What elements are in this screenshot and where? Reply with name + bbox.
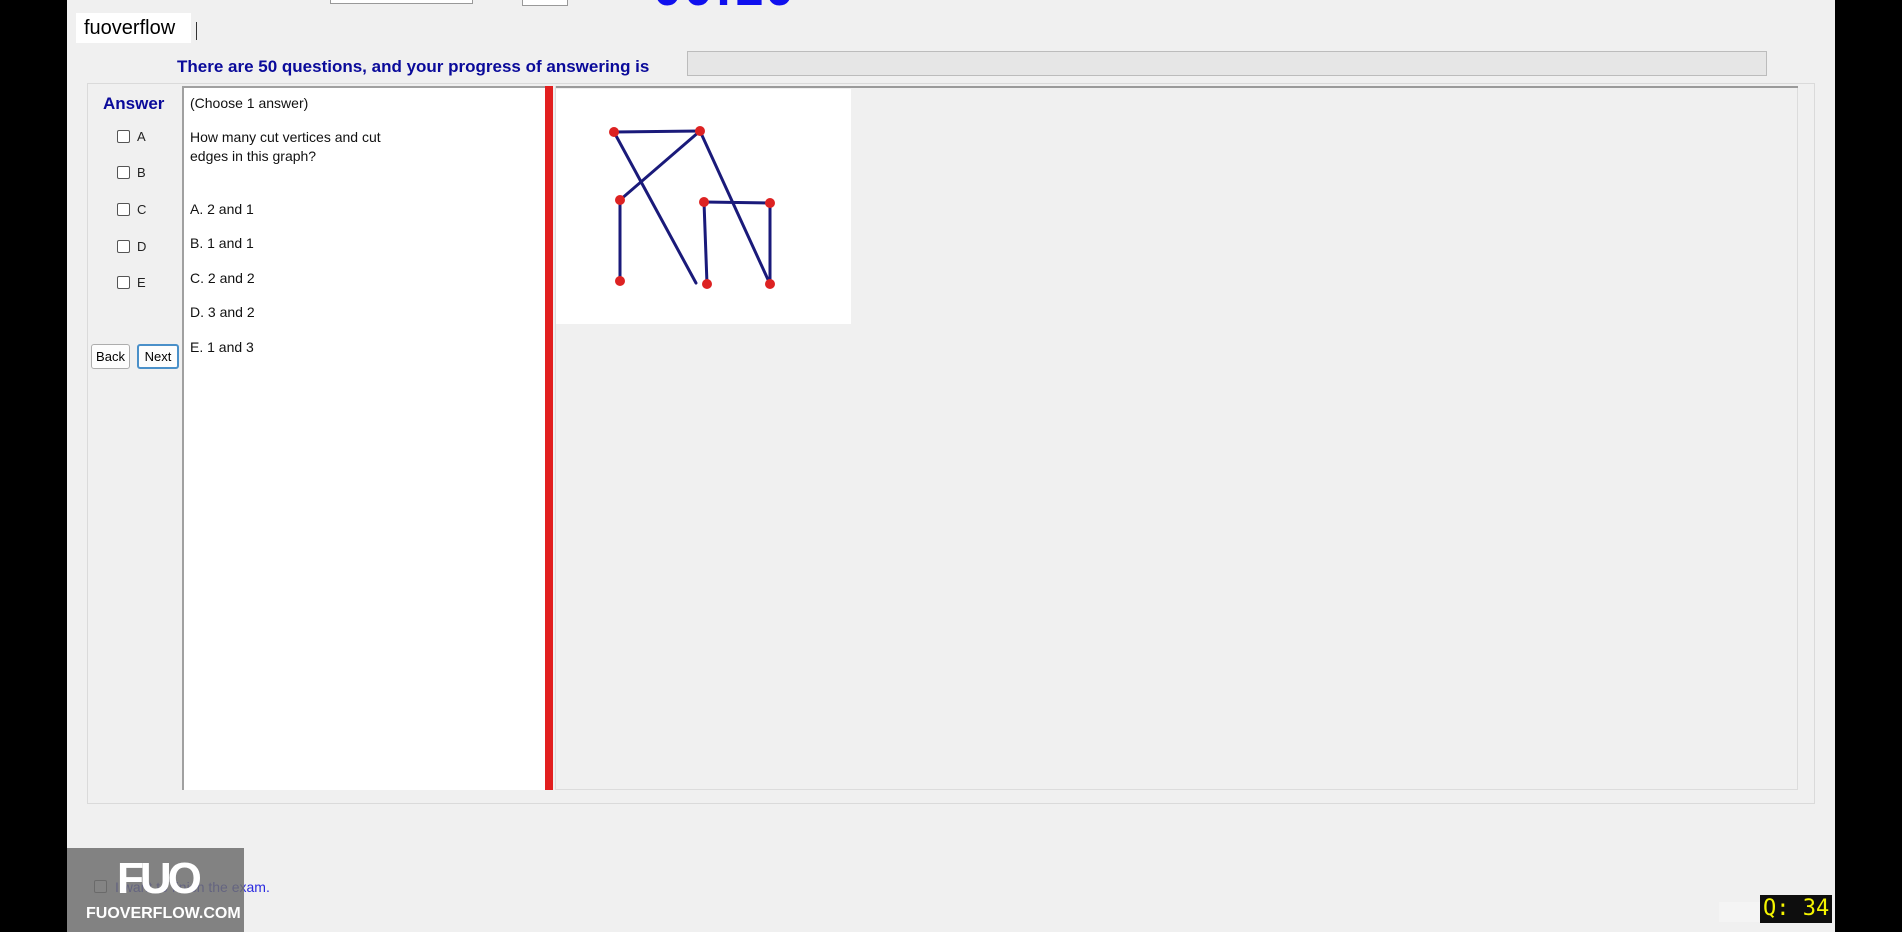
- answer-option-d[interactable]: D: [117, 236, 146, 256]
- graph-drawing: [609, 126, 775, 289]
- graph-vertex: [615, 276, 625, 286]
- progress-bar: [687, 51, 1767, 76]
- next-button[interactable]: Next: [137, 344, 179, 369]
- graph-vertex: [702, 279, 712, 289]
- answer-checkbox-a[interactable]: [117, 129, 130, 143]
- choice-c: C. 2 and 2: [190, 270, 255, 286]
- exam-window: fuoverflow 00:10 There are 50 questions,…: [67, 0, 1835, 932]
- choice-b: B. 1 and 1: [190, 235, 254, 251]
- choice-text: 2 and 2: [207, 270, 255, 286]
- answer-option-label: C: [137, 201, 147, 217]
- answer-option-label: A: [137, 128, 146, 144]
- choice-letter: A.: [190, 201, 204, 217]
- top-dropdown[interactable]: [330, 0, 473, 4]
- graph-vertex: [699, 197, 709, 207]
- graph-edge: [612, 129, 702, 134]
- answer-checkbox-b[interactable]: [117, 165, 130, 179]
- question-counter: Q: 34: [1760, 895, 1833, 923]
- answer-checkbox-c[interactable]: [117, 202, 130, 216]
- question-graph-image: [556, 89, 851, 324]
- graph-edge: [702, 200, 772, 205]
- overlay-patch: [1719, 902, 1761, 922]
- text-cursor: [196, 22, 197, 40]
- choice-text: 1 and 3: [207, 339, 254, 355]
- choice-letter: C.: [190, 270, 204, 286]
- graph-edge: [698, 129, 772, 286]
- answer-option-b[interactable]: B: [117, 162, 146, 182]
- question-prompt-line-1: How many cut vertices and cut: [190, 129, 381, 145]
- top-small-dropdown[interactable]: [522, 0, 568, 6]
- choice-letter: B.: [190, 235, 204, 251]
- answer-option-a[interactable]: A: [117, 126, 146, 146]
- back-button[interactable]: Back: [91, 344, 130, 369]
- brand-label: fuoverflow: [76, 13, 191, 43]
- graph-vertex: [609, 127, 619, 137]
- graph-edge: [612, 130, 698, 285]
- graph-vertex: [695, 126, 705, 136]
- graph-vertex: [615, 195, 625, 205]
- choice-letter: E.: [190, 339, 204, 355]
- answer-checkbox-d[interactable]: [117, 239, 130, 253]
- answer-heading: Answer: [103, 94, 165, 113]
- choice-e: E. 1 and 3: [190, 339, 254, 355]
- question-instruction: (Choose 1 answer): [190, 95, 309, 111]
- graph-vertex: [765, 279, 775, 289]
- logo-text: FUOVERFLOW.COM: [86, 905, 241, 922]
- graph-vertices: [609, 126, 775, 289]
- question-panel: (Choose 1 answer) How many cut vertices …: [182, 86, 548, 790]
- choice-d: D. 3 and 2: [190, 304, 255, 320]
- graph-vertex: [765, 198, 775, 208]
- answer-option-c[interactable]: C: [117, 199, 146, 219]
- answer-option-label: D: [137, 238, 147, 254]
- question-prompt-line-2: edges in this graph?: [190, 148, 317, 164]
- answer-option-e[interactable]: E: [117, 272, 146, 292]
- graph-edge: [702, 200, 709, 286]
- answer-option-label: B: [137, 164, 146, 180]
- answer-checkbox-e[interactable]: [117, 275, 130, 289]
- choice-a: A. 2 and 1: [190, 201, 254, 217]
- choice-text: 1 and 1: [207, 235, 254, 251]
- progress-label: There are 50 questions, and your progres…: [177, 57, 650, 76]
- countdown-timer: 00:10: [653, 0, 796, 18]
- choice-letter: D.: [190, 304, 204, 320]
- choice-text: 3 and 2: [207, 304, 255, 320]
- image-panel-border: [556, 86, 1798, 88]
- answer-option-label: E: [137, 274, 146, 290]
- logo-mark: FUO: [117, 854, 202, 903]
- watermark-logo: FUO FUOVERFLOW.COM: [67, 848, 244, 932]
- choice-text: 2 and 1: [207, 201, 254, 217]
- panel-splitter[interactable]: [545, 86, 553, 790]
- graph-edges: [612, 129, 772, 286]
